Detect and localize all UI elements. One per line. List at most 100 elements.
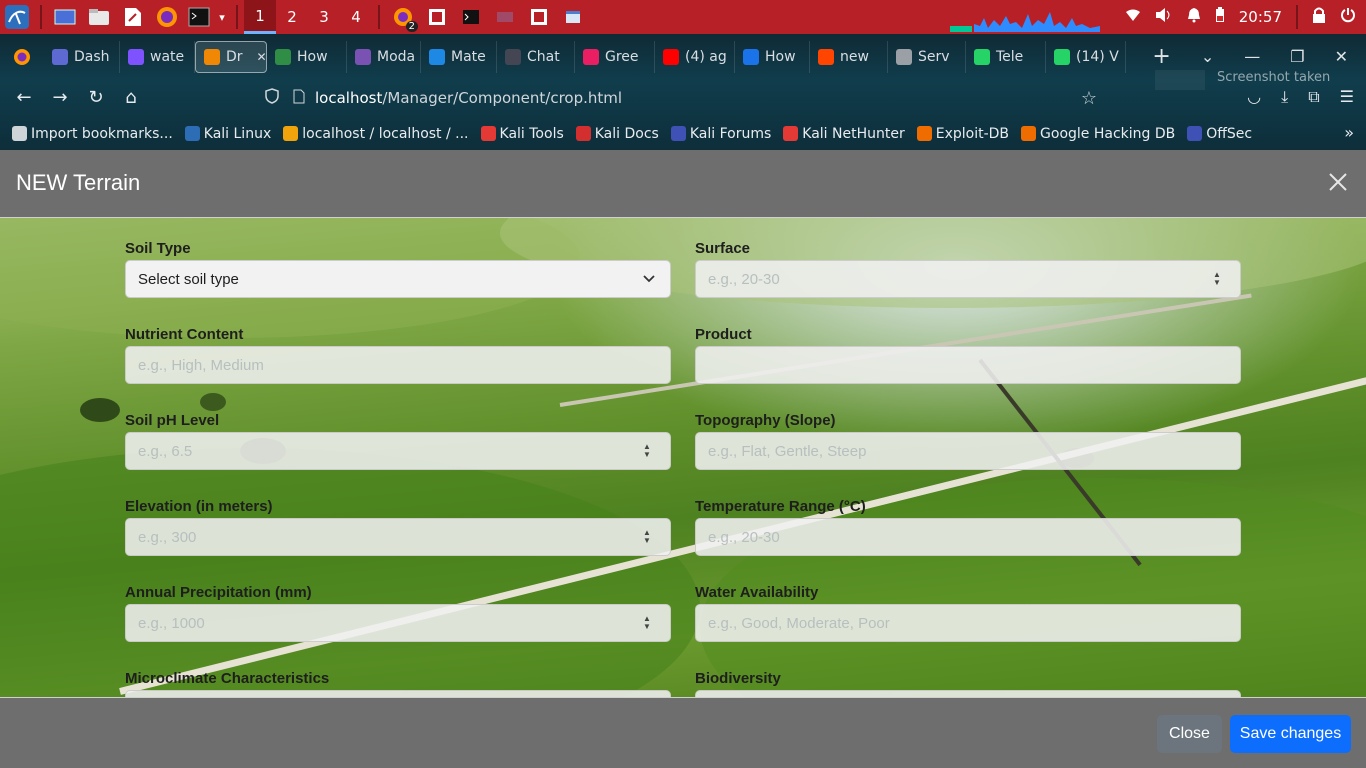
taskbar-window-5[interactable] — [522, 0, 556, 34]
bookmark-label: Kali Forums — [689, 125, 772, 142]
terminal-icon[interactable] — [184, 0, 214, 34]
tab-label: Tele — [996, 48, 1024, 65]
kali-menu-icon[interactable] — [0, 0, 34, 34]
tab-label: Mate — [451, 48, 486, 65]
whatsapp-icon — [974, 48, 990, 65]
clock[interactable]: 20:57 — [1239, 8, 1282, 26]
tab-1[interactable]: wate — [120, 40, 195, 73]
taskbar-window-4[interactable] — [488, 0, 522, 34]
firefox-icon[interactable] — [150, 0, 184, 34]
battery-icon[interactable] — [1215, 7, 1225, 27]
bookmark-star-icon[interactable]: ☆ — [1081, 88, 1097, 109]
text-editor-icon[interactable] — [116, 0, 150, 34]
bookmark-favicon-icon — [480, 126, 496, 141]
tab-4[interactable]: Moda — [347, 40, 421, 73]
temperature-range-c-input[interactable]: e.g., 20-30 — [695, 518, 1241, 556]
tab-12[interactable]: Tele — [966, 40, 1046, 73]
close-icon[interactable] — [1324, 168, 1352, 196]
list-all-tabs-icon[interactable]: ⌄ — [1201, 47, 1214, 66]
chevron-down-icon[interactable]: ▾ — [214, 0, 230, 34]
soil-ph-level-input[interactable]: e.g., 6.5 ▲ ▼ — [125, 432, 671, 470]
tab-0[interactable]: Dash — [44, 40, 120, 73]
water-availability-input[interactable]: e.g., Good, Moderate, Poor — [695, 604, 1241, 642]
bookmark-label: Kali Tools — [499, 125, 564, 142]
bookmark-0[interactable]: Import bookmarks... — [12, 126, 173, 142]
spinner-arrows-icon[interactable]: ▲ ▼ — [642, 615, 652, 633]
placeholder-text: e.g., 1000 — [138, 614, 205, 632]
nutrient-content-input[interactable]: e.g., High, Medium — [125, 346, 671, 384]
product-input[interactable] — [695, 346, 1241, 384]
microclimate-characteristics-input[interactable] — [125, 690, 671, 697]
tab-2[interactable]: Dr ✕ — [195, 40, 267, 73]
url-host: localhost — [315, 89, 383, 107]
back-button[interactable]: ← — [12, 87, 36, 108]
biodiversity-input[interactable] — [695, 690, 1241, 697]
bookmark-favicon-icon — [12, 126, 27, 141]
surface-input[interactable]: e.g., 20-30 ▲ ▼ — [695, 260, 1241, 298]
close-window-button[interactable]: ✕ — [1335, 47, 1348, 66]
volume-icon[interactable] — [1155, 7, 1173, 27]
tab-13[interactable]: (14) V — [1046, 40, 1126, 73]
bootstrap-icon — [355, 48, 371, 65]
logout-icon[interactable] — [1340, 7, 1356, 27]
bookmark-6[interactable]: Kali NetHunter — [783, 126, 905, 142]
spinner-arrows-icon[interactable]: ▲ ▼ — [642, 529, 652, 547]
soil-type-select[interactable]: Select soil type — [125, 260, 671, 298]
bookmark-4[interactable]: Kali Docs — [575, 126, 659, 142]
bookmark-3[interactable]: Kali Tools — [480, 125, 564, 142]
spinner-arrows-icon[interactable]: ▲ ▼ — [642, 443, 652, 461]
tab-9[interactable]: How — [735, 40, 810, 73]
minimize-window-button[interactable]: — — [1244, 47, 1260, 66]
bookmark-favicon-icon — [783, 126, 799, 141]
taskbar-window-6[interactable] — [556, 0, 590, 34]
show-desktop-icon[interactable] — [48, 0, 82, 34]
workspace-3[interactable]: 3 — [308, 0, 340, 34]
reddit-icon — [818, 48, 834, 65]
bookmark-9[interactable]: OffSec — [1187, 126, 1252, 142]
chatgpt-icon — [505, 48, 521, 65]
forward-button[interactable]: → — [48, 87, 72, 108]
workspace-2[interactable]: 2 — [276, 0, 308, 34]
tab-3[interactable]: How — [267, 40, 347, 73]
firefox-menu-icon[interactable] — [0, 34, 44, 79]
restore-window-button[interactable]: ❐ — [1290, 47, 1304, 66]
workspace-4[interactable]: 4 — [340, 0, 372, 34]
close-tab-icon[interactable]: ✕ — [257, 50, 266, 64]
bookmark-1[interactable]: Kali Linux — [184, 126, 271, 142]
workspace-1[interactable]: 1 — [244, 0, 276, 34]
tab-11[interactable]: Serv — [888, 40, 966, 73]
tab-6[interactable]: Chat — [497, 40, 575, 73]
more-bookmarks-icon[interactable]: » — [1344, 123, 1354, 142]
field-surface: Surface e.g., 20-30 ▲ ▼ — [695, 240, 1241, 298]
bookmark-5[interactable]: Kali Forums — [670, 125, 772, 142]
lock-screen-icon[interactable] — [1312, 7, 1326, 27]
spinner-arrows-icon[interactable]: ▲ ▼ — [1212, 271, 1222, 289]
field-elevation-in-meters: Elevation (in meters) e.g., 300 ▲ ▼ — [125, 498, 671, 556]
save-changes-button[interactable]: Save changes — [1230, 715, 1351, 753]
bookmark-8[interactable]: Google Hacking DB — [1021, 126, 1175, 142]
elevation-in-meters-input[interactable]: e.g., 300 ▲ ▼ — [125, 518, 671, 556]
tab-7[interactable]: Gree — [575, 40, 655, 73]
taskbar-terminal-window[interactable] — [454, 0, 488, 34]
url-bar[interactable]: localhost/Manager/Component/crop.html ☆ — [265, 83, 1105, 113]
tab-10[interactable]: new — [810, 40, 888, 73]
topography-slope-input[interactable]: e.g., Flat, Gentle, Steep — [695, 432, 1241, 470]
bookmark-7[interactable]: Exploit-DB — [916, 126, 1009, 142]
taskbar-window-2[interactable] — [420, 0, 454, 34]
material-icon — [429, 48, 445, 65]
tab-label: Moda — [377, 48, 416, 65]
close-button[interactable]: Close — [1157, 715, 1222, 753]
notification-bell-icon[interactable] — [1187, 7, 1201, 27]
shield-icon[interactable] — [265, 88, 279, 108]
home-button[interactable]: ⌂ — [119, 87, 143, 108]
field-microclimate-characteristics: Microclimate Characteristics — [125, 670, 671, 697]
bookmark-2[interactable]: localhost / localhost / ... — [283, 126, 469, 142]
reload-button[interactable]: ↻ — [84, 87, 108, 108]
annual-precipitation-mm-input[interactable]: e.g., 1000 ▲ ▼ — [125, 604, 671, 642]
file-manager-icon[interactable] — [82, 0, 116, 34]
tab-5[interactable]: Mate — [421, 40, 497, 73]
new-tab-button[interactable]: + — [1152, 44, 1170, 69]
taskbar-browser-window[interactable]: 2 — [386, 0, 420, 34]
tab-8[interactable]: (4) ag — [655, 40, 735, 73]
wifi-icon[interactable] — [1125, 8, 1141, 26]
